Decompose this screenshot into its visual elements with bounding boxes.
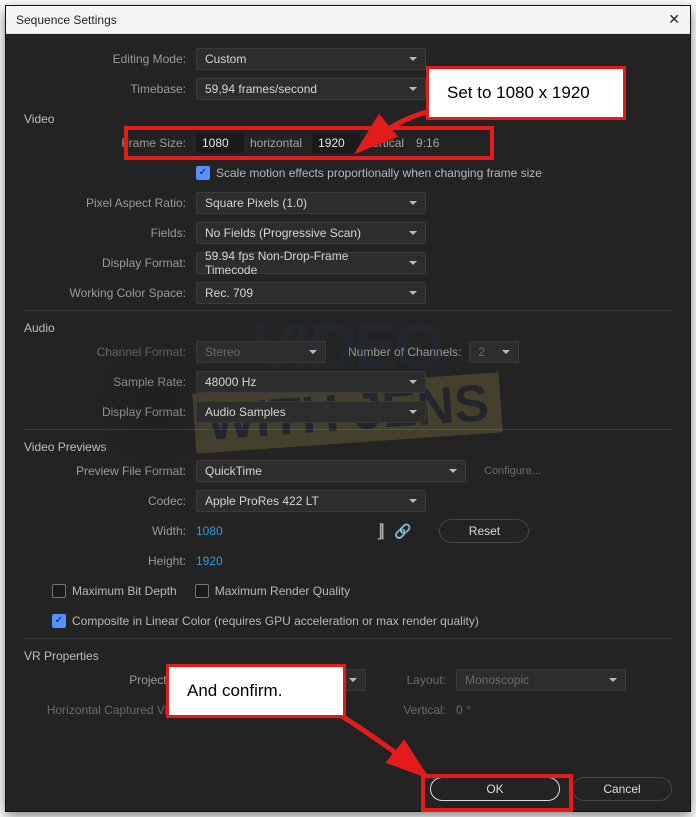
link-lock-icon[interactable]: 🔗: [394, 523, 411, 540]
sequence-settings-dialog: Sequence Settings ✕ VIDEO WITH JENS Edit…: [5, 5, 691, 812]
wcs-label: Working Color Space:: [24, 286, 196, 300]
df-video-label: Display Format:: [24, 256, 196, 270]
audio-section-title: Audio: [24, 321, 672, 335]
preview-height-label: Height:: [24, 554, 196, 568]
preview-width-label: Width:: [24, 524, 196, 538]
annotation-confirm: And confirm.: [166, 664, 346, 718]
fields-label: Fields:: [24, 226, 196, 240]
link-icon[interactable]: ⌋⌉: [376, 521, 380, 542]
editing-mode-select[interactable]: Custom: [196, 48, 426, 70]
editing-mode-label: Editing Mode:: [24, 52, 196, 66]
divider: [24, 638, 672, 639]
wcs-select[interactable]: Rec. 709: [196, 282, 426, 304]
df-video-select[interactable]: 59.94 fps Non-Drop-Frame Timecode: [196, 252, 426, 274]
par-label: Pixel Aspect Ratio:: [24, 196, 196, 210]
df-audio-select[interactable]: Audio Samples: [196, 401, 426, 423]
vr-vertical-value: 0 °: [456, 703, 471, 717]
num-channels-label: Number of Channels:: [348, 345, 461, 359]
pff-select[interactable]: QuickTime: [196, 460, 466, 482]
layout-label: Layout:: [366, 673, 456, 687]
max-bit-depth-checkbox[interactable]: Maximum Bit Depth: [52, 584, 177, 598]
cancel-button[interactable]: Cancel: [572, 777, 672, 801]
pff-label: Preview File Format:: [24, 464, 196, 478]
titlebar: Sequence Settings ✕: [6, 6, 690, 34]
codec-label: Codec:: [24, 494, 196, 508]
divider: [24, 310, 672, 311]
annotation-frame-size-highlight: [124, 126, 494, 160]
df-audio-label: Display Format:: [24, 405, 196, 419]
timebase-select[interactable]: 59,94 frames/second: [196, 78, 426, 100]
layout-select: Monoscopic: [456, 669, 626, 691]
close-icon[interactable]: ✕: [668, 11, 680, 28]
reset-button[interactable]: Reset: [439, 519, 529, 543]
preview-width-value[interactable]: 1080: [196, 524, 256, 538]
sample-rate-label: Sample Rate:: [24, 375, 196, 389]
annotation-set-to: Set to 1080 x 1920: [426, 66, 626, 120]
fields-select[interactable]: No Fields (Progressive Scan): [196, 222, 426, 244]
divider: [24, 429, 672, 430]
window-title: Sequence Settings: [16, 13, 117, 27]
sample-rate-select[interactable]: 48000 Hz: [196, 371, 426, 393]
composite-linear-checkbox[interactable]: Composite in Linear Color (requires GPU …: [52, 614, 479, 628]
preview-height-value[interactable]: 1920: [196, 554, 223, 568]
max-render-quality-checkbox[interactable]: Maximum Render Quality: [195, 584, 350, 598]
par-select[interactable]: Square Pixels (1.0): [196, 192, 426, 214]
vr-section-title: VR Properties: [24, 649, 672, 663]
channel-format-label: Channel Format:: [24, 345, 196, 359]
configure-link: Configure...: [484, 465, 541, 477]
codec-select[interactable]: Apple ProRes 422 LT: [196, 490, 426, 512]
channel-format-select: Stereo: [196, 341, 326, 363]
num-channels-select: 2: [469, 341, 519, 363]
timebase-label: Timebase:: [24, 82, 196, 96]
arrow-icon: [346, 109, 436, 169]
previews-section-title: Video Previews: [24, 440, 672, 454]
